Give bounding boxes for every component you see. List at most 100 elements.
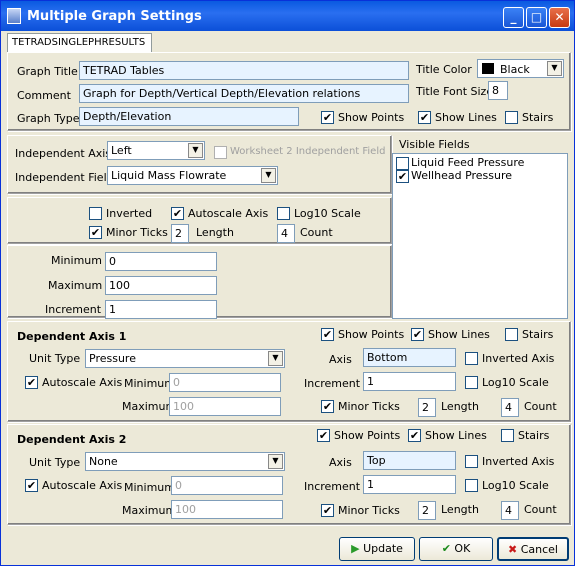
play-icon: ▶: [351, 542, 360, 555]
dep1-show-lines-label: Show Lines: [428, 328, 490, 341]
minimum-label: Minimum: [51, 254, 102, 267]
dep2-inverted-checkbox[interactable]: [465, 455, 478, 468]
dep2-minimum-input[interactable]: 0: [171, 476, 283, 495]
graph-title-input[interactable]: TETRAD Tables: [79, 61, 409, 80]
worksheet2-checkbox: [214, 146, 227, 159]
dep1-inverted-checkbox[interactable]: [465, 352, 478, 365]
dep1-show-lines-checkbox[interactable]: ✔: [411, 328, 424, 341]
inverted-checkbox[interactable]: [89, 207, 102, 220]
independent-field-select[interactable]: Liquid Mass Flowrate ▼: [107, 166, 278, 185]
font-size-input[interactable]: 8: [488, 81, 508, 100]
liquid-feed-pressure-checkbox[interactable]: [396, 157, 409, 170]
worksheet2-label: Worksheet 2 Independent Field: [230, 146, 386, 157]
minimize-button[interactable]: _: [503, 7, 524, 28]
tab-results[interactable]: TETRADSINGLEPHRESULTS: [7, 33, 152, 53]
dep1-unit-select[interactable]: Pressure ▼: [85, 349, 285, 368]
maximum-input[interactable]: 100: [105, 276, 217, 295]
wellhead-pressure-checkbox[interactable]: ✔: [396, 170, 409, 183]
dep1-log10-checkbox[interactable]: [465, 376, 478, 389]
dep1-autoscale-label: Autoscale Axis: [42, 376, 123, 389]
minor-ticks-label: Minor Ticks: [106, 226, 168, 239]
dep1-maximum-input[interactable]: 100: [169, 397, 281, 416]
dep2-increment-label: Increment: [304, 480, 361, 493]
dep1-show-points-checkbox[interactable]: ✔: [321, 328, 334, 341]
dep1-show-points-label: Show Points: [338, 328, 405, 341]
dep2-stairs-checkbox[interactable]: [501, 429, 514, 442]
dep2-axis-input[interactable]: Top: [363, 451, 456, 470]
comment-input[interactable]: Graph for Depth/Vertical Depth/Elevation…: [79, 84, 409, 103]
title-color-value: Black: [500, 63, 530, 76]
inverted-label: Inverted: [106, 207, 153, 220]
increment-input[interactable]: 1: [105, 300, 217, 319]
dep1-unit-value: Pressure: [89, 352, 136, 365]
dep2-minor-ticks-checkbox[interactable]: ✔: [321, 504, 334, 517]
show-points-label: Show Points: [338, 111, 405, 124]
graph-type-input[interactable]: Depth/Elevation: [79, 107, 299, 126]
dep2-minor-ticks-label: Minor Ticks: [338, 504, 400, 517]
checkmark-icon: ✔: [441, 542, 451, 555]
chevron-down-icon[interactable]: ▼: [268, 351, 283, 366]
dep1-count-input[interactable]: 4: [501, 398, 519, 417]
show-lines-checkbox[interactable]: ✔: [418, 111, 431, 124]
log10-checkbox[interactable]: [277, 207, 290, 220]
dep1-increment-input[interactable]: 1: [363, 372, 456, 391]
color-swatch: [482, 63, 494, 74]
autoscale-checkbox[interactable]: ✔: [171, 207, 184, 220]
comment-label: Comment: [17, 89, 71, 102]
font-size-label: Title Font Size: [416, 85, 494, 98]
length-input[interactable]: 2: [171, 224, 189, 243]
independent-field-label: Independent Field: [15, 171, 114, 184]
dep2-increment-input[interactable]: 1: [363, 475, 456, 494]
dep2-length-label: Length: [441, 503, 479, 516]
maximum-label: Maximum: [48, 279, 103, 292]
dep1-axis-label: Axis: [329, 353, 352, 366]
title-color-select[interactable]: Black ▼: [477, 59, 564, 78]
chevron-down-icon[interactable]: ▼: [188, 143, 203, 158]
list-item[interactable]: Liquid Feed Pressure: [411, 156, 524, 169]
independent-axis-select[interactable]: Left ▼: [107, 141, 205, 160]
visible-fields-list[interactable]: Liquid Feed Pressure ✔ Wellhead Pressure: [392, 153, 568, 319]
dep1-minimum-input[interactable]: 0: [169, 373, 281, 392]
dep1-autoscale-checkbox[interactable]: ✔: [25, 376, 38, 389]
count-input[interactable]: 4: [277, 224, 295, 243]
stairs-checkbox[interactable]: [505, 111, 518, 124]
independent-axis-label: Independent Axis: [15, 147, 112, 160]
dep2-count-input[interactable]: 4: [501, 501, 519, 520]
update-button[interactable]: ▶ Update: [339, 537, 415, 561]
dep2-unit-value: None: [89, 455, 118, 468]
window-title: Multiple Graph Settings: [27, 9, 202, 24]
minimum-input[interactable]: 0: [105, 252, 217, 271]
chevron-down-icon[interactable]: ▼: [261, 168, 276, 183]
graph-title-label: Graph Title: [17, 65, 78, 78]
dep2-show-points-checkbox[interactable]: ✔: [317, 429, 330, 442]
dep2-log10-label: Log10 Scale: [482, 479, 549, 492]
chevron-down-icon[interactable]: ▼: [547, 61, 562, 76]
visible-fields-label: Visible Fields: [399, 138, 470, 151]
dep1-minor-ticks-checkbox[interactable]: ✔: [321, 400, 334, 413]
dep2-autoscale-checkbox[interactable]: ✔: [25, 479, 38, 492]
dep1-axis-input[interactable]: Bottom: [363, 348, 456, 367]
dep1-length-input[interactable]: 2: [418, 398, 436, 417]
increment-label: Increment: [45, 303, 102, 316]
cancel-button[interactable]: ✖ Cancel: [497, 537, 569, 561]
show-points-checkbox[interactable]: ✔: [321, 111, 334, 124]
dep2-length-input[interactable]: 2: [418, 501, 436, 520]
dep1-stairs-checkbox[interactable]: [505, 328, 518, 341]
dep2-inverted-label: Inverted Axis: [482, 455, 555, 468]
graph-type-label: Graph Type: [17, 112, 80, 125]
dep2-show-lines-checkbox[interactable]: ✔: [408, 429, 421, 442]
ok-button[interactable]: ✔ OK: [419, 537, 493, 561]
dep2-count-label: Count: [524, 503, 557, 516]
close-button[interactable]: ✕: [549, 7, 570, 28]
minor-ticks-checkbox[interactable]: ✔: [89, 226, 102, 239]
dep2-log10-checkbox[interactable]: [465, 479, 478, 492]
dep2-maximum-input[interactable]: 100: [171, 500, 283, 519]
dep2-unit-select[interactable]: None ▼: [85, 452, 285, 471]
chevron-down-icon[interactable]: ▼: [268, 454, 283, 469]
list-item[interactable]: Wellhead Pressure: [411, 169, 512, 182]
dep1-unit-label: Unit Type: [29, 352, 81, 365]
dependent-axis-2-title: Dependent Axis 2: [17, 433, 127, 446]
dep1-stairs-label: Stairs: [522, 328, 554, 341]
dep1-log10-label: Log10 Scale: [482, 376, 549, 389]
maximize-button[interactable]: □: [526, 7, 547, 28]
